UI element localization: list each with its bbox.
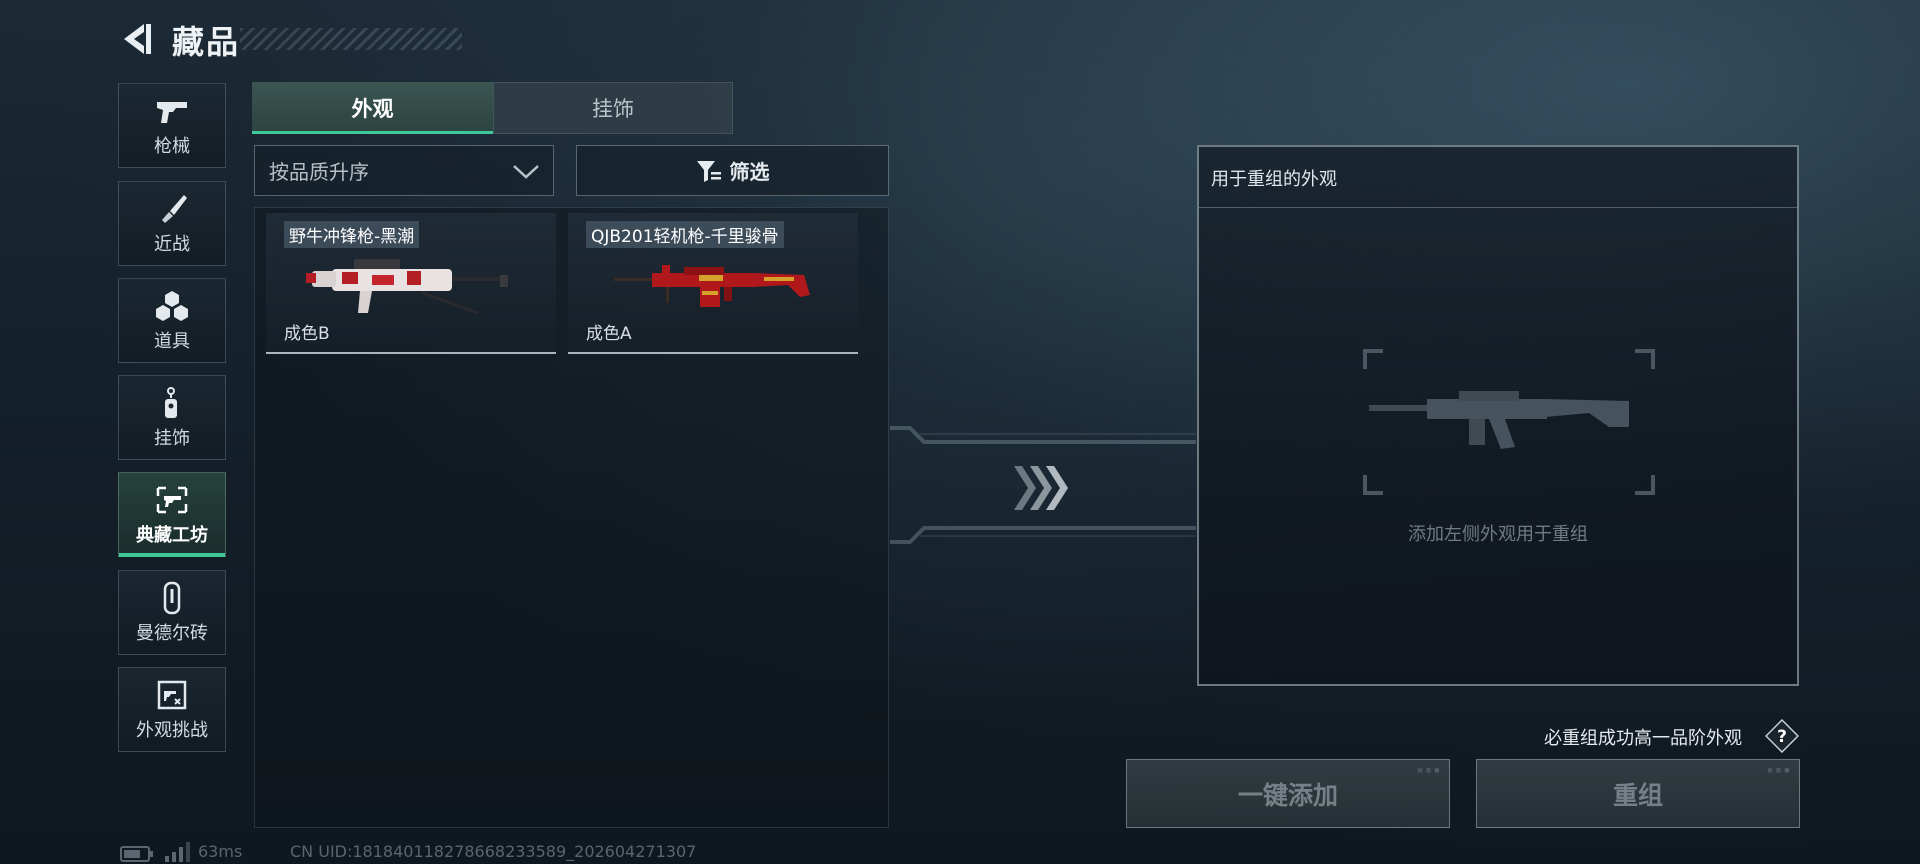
smg-skin-image: [306, 259, 508, 315]
item-name: QJB201轻机枪-千里骏骨: [586, 221, 784, 248]
sidebar-item-label: 近战: [154, 233, 190, 255]
lmg-skin-image: [614, 265, 810, 307]
challenge-icon: [152, 678, 192, 712]
charm-icon: [152, 386, 192, 420]
item-card[interactable]: 野牛冲锋枪-黑潮 成色B: [266, 213, 556, 354]
title-decoration: [240, 28, 462, 50]
cubes-icon: [152, 289, 192, 323]
recombine-hint: 添加左侧外观用于重组: [1408, 524, 1588, 545]
sidebar-item-workshop[interactable]: 典藏工坊: [118, 472, 226, 557]
back-arrow-icon: [124, 24, 151, 54]
one-click-add-button[interactable]: ▤ ▥ ▦ 一键添加: [1126, 759, 1450, 828]
pistol-icon: [152, 94, 192, 128]
chevron-down-icon: [513, 165, 539, 179]
button-label: 重组: [1612, 780, 1663, 810]
item-quality: 成色B: [284, 324, 330, 344]
divider: [1199, 207, 1797, 208]
guarantee-text: 必重组成功高一品阶外观: [1544, 728, 1742, 749]
sidebar-item-label: 曼德尔砖: [136, 622, 208, 644]
forward-arrows-icon: [1014, 466, 1068, 510]
button-decoration: ▤ ▥ ▦: [1417, 766, 1439, 774]
signal-icon: [165, 842, 190, 862]
sidebar-item-label: 道具: [154, 330, 190, 352]
back-button[interactable]: [118, 20, 154, 58]
filter-button[interactable]: 筛选: [576, 145, 889, 196]
recombine-button[interactable]: ▤ ▥ ▦ 重组: [1476, 759, 1800, 828]
tab-pendant[interactable]: 挂饰: [493, 82, 733, 134]
ping-text: 63ms: [198, 842, 243, 861]
page-title: 藏品: [172, 23, 241, 61]
rifle-placeholder-icon: [1363, 349, 1655, 495]
item-name: 野牛冲锋枪-黑潮: [284, 221, 420, 248]
sidebar-item-guns[interactable]: 枪械: [118, 83, 226, 168]
sidebar-item-charms[interactable]: 挂饰: [118, 375, 226, 460]
item-quality: 成色A: [586, 324, 632, 344]
recombine-panel[interactable]: 用于重组的外观 添加左侧外观用于重组: [1197, 145, 1799, 686]
workshop-icon: [152, 483, 192, 517]
sidebar-item-label: 枪械: [154, 135, 190, 157]
sidebar-item-label: 挂饰: [154, 427, 190, 449]
brick-icon: [152, 581, 192, 615]
sidebar-item-label: 典藏工坊: [136, 524, 208, 546]
sort-selected-value: 按品质升序: [269, 160, 369, 184]
button-decoration: ▤ ▥ ▦: [1767, 766, 1789, 774]
help-label: ?: [1777, 727, 1787, 747]
help-icon[interactable]: ?: [1764, 718, 1800, 754]
filter-label: 筛选: [729, 160, 770, 184]
knife-icon: [152, 192, 192, 226]
sidebar-item-props[interactable]: 道具: [118, 278, 226, 363]
item-card[interactable]: QJB201轻机枪-千里骏骨 成色A: [568, 213, 858, 354]
sidebar-item-mandel-brick[interactable]: 曼德尔砖: [118, 570, 226, 655]
tab-exterior[interactable]: 外观: [252, 82, 493, 134]
sidebar-item-melee[interactable]: 近战: [118, 181, 226, 266]
button-label: 一键添加: [1237, 780, 1338, 810]
uid-text: CN UID:18184011827866823358​9_2026042713…: [290, 842, 697, 861]
recombine-title: 用于重组的外观: [1211, 169, 1337, 190]
sidebar-item-challenge[interactable]: 外观挑战: [118, 667, 226, 752]
filter-icon: [696, 160, 721, 182]
sort-dropdown[interactable]: 按品质升序: [254, 145, 554, 196]
sidebar-item-label: 外观挑战: [136, 719, 208, 741]
battery-icon: [120, 846, 153, 862]
